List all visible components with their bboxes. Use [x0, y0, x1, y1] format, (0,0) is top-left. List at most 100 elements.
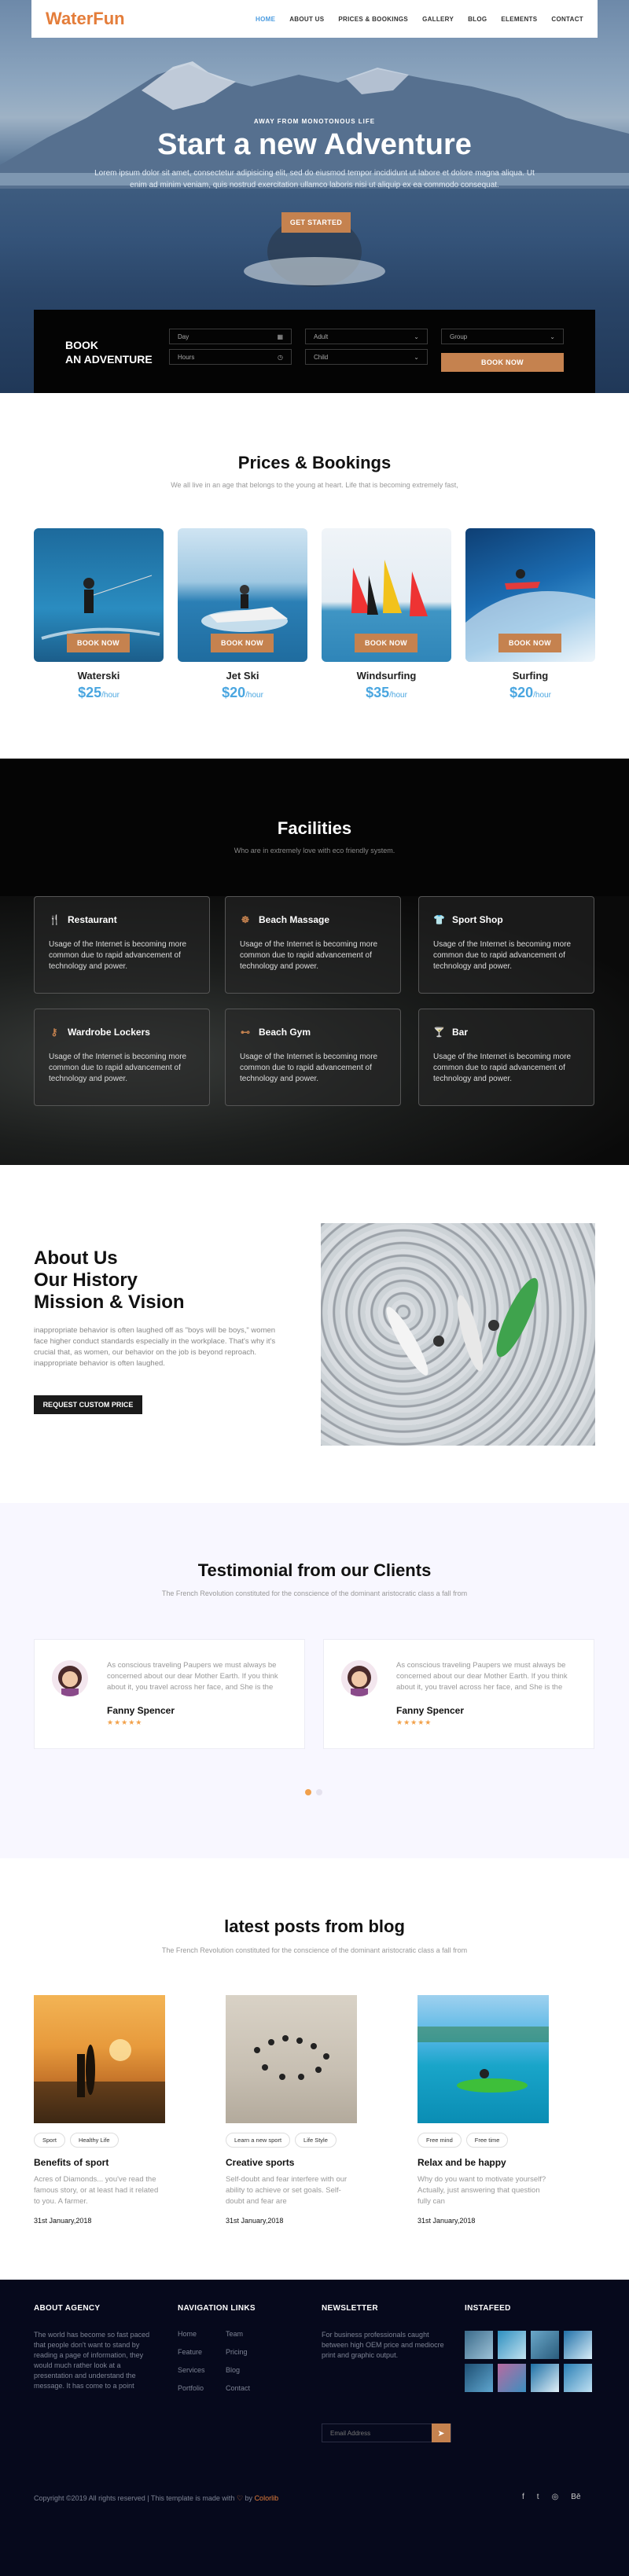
hero-subtitle: AWAY FROM MONOTONOUS LIFE [253, 118, 376, 125]
facility-name: Restaurant [68, 914, 117, 925]
booking-title-line2: AN ADVENTURE [65, 353, 153, 366]
footer-link-feature[interactable]: Feature [178, 2348, 202, 2356]
facebook-icon[interactable]: f [522, 2493, 524, 2501]
blog-post-title[interactable]: Relax and be happy [417, 2157, 549, 2168]
footer-link-home[interactable]: Home [178, 2330, 197, 2338]
rating-stars: ★★★★★ [396, 1718, 432, 1726]
tag[interactable]: Free time [465, 2133, 509, 2148]
group-select[interactable]: Group ⌄ [441, 329, 564, 344]
footer-link-services[interactable]: Services [178, 2366, 205, 2374]
colorlib-link[interactable]: Colorlib [255, 2494, 279, 2502]
facilities-subtitle: Who are in extremely love with eco frien… [234, 847, 395, 854]
price-item-name: Jet Ski [226, 670, 259, 682]
carousel-dot[interactable] [316, 1789, 322, 1795]
top-navbar: WaterFun HOME ABOUT US PRICES & BOOKINGS… [31, 0, 598, 38]
logo[interactable]: WaterFun [46, 9, 125, 29]
hours-field[interactable]: Hours ◷ [169, 349, 292, 365]
carousel-dot-active[interactable] [305, 1789, 311, 1795]
nav-elements[interactable]: ELEMENTS [501, 16, 537, 23]
blog-image [417, 1995, 549, 2123]
copyright-by: by [245, 2494, 253, 2502]
dribbble-icon[interactable]: ◎ [552, 2493, 559, 2501]
facility-name: Wardrobe Lockers [68, 1027, 150, 1038]
tag[interactable]: Free mind [417, 2133, 462, 2148]
facility-card-sport-shop: 👕 Sport Shop Usage of the Internet is bec… [418, 896, 594, 994]
facilities-section: Facilities Who are in extremely love wit… [0, 759, 629, 1165]
copyright-prefix: Copyright ©2019 All rights reserved | Th… [34, 2494, 235, 2502]
blog-post-excerpt: Why do you want to motivate yourself? Ac… [417, 2175, 546, 2206]
day-field[interactable]: Day ▦ [169, 329, 292, 344]
nav-prices[interactable]: PRICES & BOOKINGS [338, 16, 408, 23]
twitter-icon[interactable]: t [537, 2493, 539, 2501]
testimonial-card: As conscious traveling Paupers we must a… [34, 1639, 305, 1749]
nav-about[interactable]: ABOUT US [289, 16, 324, 23]
footer-link-contact[interactable]: Contact [226, 2384, 250, 2392]
chevron-down-icon: ⌄ [550, 333, 555, 340]
blog-post[interactable]: Sport Healthy Life Benefits of sport Acre… [34, 1995, 165, 2225]
shirt-icon: 👕 [433, 914, 445, 925]
facilities-title: Facilities [277, 818, 352, 838]
child-select[interactable]: Child ⌄ [305, 349, 428, 365]
price-card-surfing: BOOK NOW Surfing $20/hour [465, 528, 595, 701]
blog-post-date: 31st January,2018 [417, 2217, 476, 2225]
footer-newsletter-title: NEWSLETTER [322, 2304, 378, 2313]
nav-contact[interactable]: CONTACT [551, 16, 583, 23]
calendar-icon: ▦ [277, 333, 283, 340]
instafeed-image[interactable] [564, 2364, 592, 2392]
footer-link-blog[interactable]: Blog [226, 2366, 240, 2374]
send-icon[interactable]: ➤ [432, 2423, 451, 2442]
instafeed-image[interactable] [564, 2331, 592, 2359]
nav-blog[interactable]: BLOG [468, 16, 487, 23]
tag[interactable]: Learn a new sport [226, 2133, 291, 2148]
group-select-value: Group [450, 333, 468, 340]
instafeed-image[interactable] [498, 2364, 526, 2392]
testimonials-subtitle: The French Revolution constituted for th… [161, 1589, 468, 1597]
behance-icon[interactable]: Bē [571, 2493, 580, 2501]
facility-card-beach-gym: ⊷ Beach Gym Usage of the Internet is beco… [225, 1009, 401, 1106]
tag[interactable]: Healthy Life [69, 2133, 119, 2148]
adult-select[interactable]: Adult ⌄ [305, 329, 428, 344]
hours-placeholder: Hours [178, 353, 195, 361]
blog-post-title[interactable]: Creative sports [226, 2157, 357, 2168]
adult-select-value: Adult [314, 333, 329, 340]
nav-gallery[interactable]: GALLERY [422, 16, 454, 23]
about-image [321, 1223, 595, 1446]
footer-link-team[interactable]: Team [226, 2330, 243, 2338]
footer-newsletter-text: For business professionals caught betwee… [322, 2331, 444, 2359]
price-item-name: Windsurfing [356, 670, 417, 682]
facility-text: Usage of the Internet is becoming more c… [240, 940, 378, 971]
facility-text: Usage of the Internet is becoming more c… [49, 940, 187, 971]
book-now-button[interactable]: BOOK NOW [211, 634, 274, 652]
about-title-line2: Our History [34, 1270, 138, 1291]
testimonial-name: Fanny Spencer [396, 1705, 465, 1716]
waterski-image: BOOK NOW [34, 528, 164, 662]
email-field[interactable] [322, 2429, 432, 2437]
blog-post[interactable]: Free mind Free time Relax and be happy Wh… [417, 1995, 549, 2225]
footer-about-text: The world has become so fast paced that … [34, 2331, 150, 2390]
blog-post-title[interactable]: Benefits of sport [34, 2157, 165, 2168]
book-now-button[interactable]: BOOK NOW [498, 634, 561, 652]
facility-name: Bar [452, 1027, 469, 1038]
blog-post[interactable]: Learn a new sport Life Style Creative spo… [226, 1995, 357, 2225]
blog-image [34, 1995, 165, 2123]
blog-post-date: 31st January,2018 [226, 2217, 284, 2225]
footer-link-pricing[interactable]: Pricing [226, 2348, 248, 2356]
tag[interactable]: Sport [34, 2133, 65, 2148]
book-now-button[interactable]: BOOK NOW [67, 634, 130, 652]
book-now-button[interactable]: BOOK NOW [441, 353, 564, 372]
instafeed-image[interactable] [531, 2364, 559, 2392]
price-card-windsurfing: BOOK NOW Windsurfing $35/hour [322, 528, 451, 701]
nav-home[interactable]: HOME [256, 16, 275, 23]
tag[interactable]: Life Style [295, 2133, 337, 2148]
instafeed-image[interactable] [465, 2364, 493, 2392]
get-started-button[interactable]: GET STARTED [281, 212, 351, 233]
facility-text: Usage of the Internet is becoming more c… [240, 1053, 378, 1083]
instafeed-image[interactable] [498, 2331, 526, 2359]
booking-form: BOOK AN ADVENTURE Day ▦ Hours ◷ Adult ⌄ … [34, 310, 595, 393]
instafeed-image[interactable] [531, 2331, 559, 2359]
request-custom-price-button[interactable]: REQUEST CUSTOM PRICE [34, 1395, 142, 1414]
instafeed-image[interactable] [465, 2331, 493, 2359]
key-icon: ⚷ [50, 1027, 58, 1038]
book-now-button[interactable]: BOOK NOW [355, 634, 417, 652]
footer-link-portfolio[interactable]: Portfolio [178, 2384, 204, 2392]
